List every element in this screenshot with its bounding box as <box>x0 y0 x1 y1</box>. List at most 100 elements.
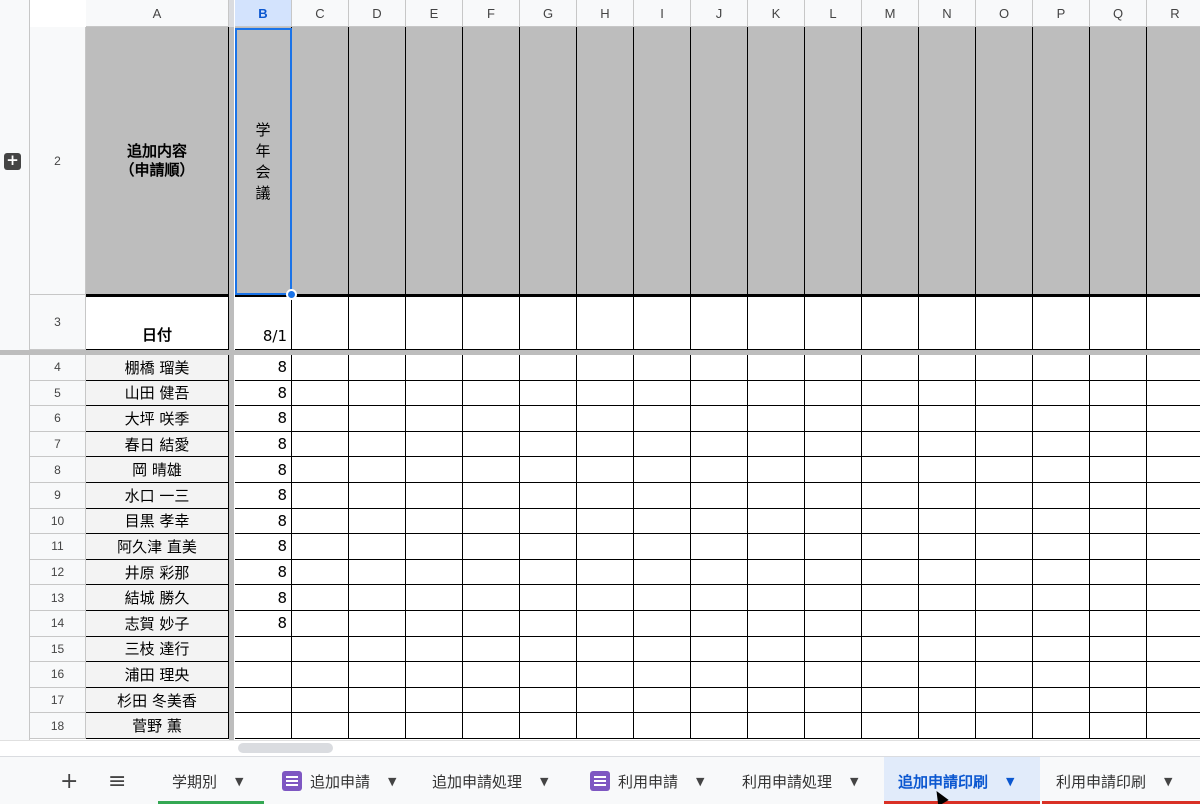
header-cell-m2[interactable] <box>862 27 919 295</box>
table-cell[interactable] <box>349 662 406 688</box>
header-cell-o2[interactable] <box>976 27 1033 295</box>
table-cell[interactable] <box>976 380 1033 407</box>
row-header[interactable]: 18 <box>30 713 86 739</box>
student-name-cell[interactable]: 井原 彩那 <box>86 559 229 586</box>
table-cell[interactable] <box>1033 355 1090 381</box>
table-cell[interactable] <box>919 457 976 483</box>
table-cell[interactable] <box>862 636 919 663</box>
header-cell-p3[interactable] <box>1033 295 1090 350</box>
column-header-m[interactable]: M <box>862 0 919 27</box>
table-cell[interactable] <box>577 457 634 483</box>
table-cell[interactable] <box>349 431 406 458</box>
frozen-row-divider[interactable] <box>0 350 1200 355</box>
table-cell[interactable] <box>976 355 1033 381</box>
student-name-cell[interactable]: 春日 結愛 <box>86 431 229 458</box>
table-cell[interactable] <box>1033 483 1090 509</box>
table-cell[interactable] <box>406 636 463 663</box>
table-cell[interactable] <box>1033 534 1090 560</box>
table-cell[interactable] <box>976 534 1033 560</box>
table-cell[interactable] <box>862 534 919 560</box>
row-header[interactable]: 10 <box>30 508 86 535</box>
table-cell[interactable] <box>634 662 691 688</box>
table-cell[interactable] <box>1090 559 1147 586</box>
table-cell[interactable] <box>919 431 976 458</box>
table-cell[interactable] <box>1147 406 1200 432</box>
table-cell[interactable] <box>520 662 577 688</box>
table-cell[interactable] <box>463 662 520 688</box>
table-cell[interactable] <box>919 636 976 663</box>
table-cell[interactable] <box>1090 355 1147 381</box>
table-cell[interactable] <box>862 713 919 739</box>
row-header[interactable]: 17 <box>30 687 86 714</box>
grade-cell[interactable] <box>235 636 292 663</box>
table-cell[interactable] <box>1147 560 1200 586</box>
table-cell[interactable] <box>919 534 976 560</box>
table-cell[interactable] <box>634 687 691 714</box>
table-cell[interactable] <box>349 687 406 714</box>
sheet-tab[interactable]: 学期別 ▼ <box>158 757 264 804</box>
table-cell[interactable] <box>691 508 748 535</box>
table-cell[interactable] <box>862 355 919 381</box>
table-cell[interactable] <box>748 380 805 407</box>
table-cell[interactable] <box>406 611 463 637</box>
table-cell[interactable] <box>406 687 463 714</box>
table-cell[interactable] <box>1147 688 1200 714</box>
sheet-tab[interactable]: 利用申請 ▼ <box>576 757 714 804</box>
table-cell[interactable] <box>1033 687 1090 714</box>
table-cell[interactable] <box>1033 380 1090 407</box>
table-cell[interactable] <box>577 636 634 663</box>
column-header-o[interactable]: O <box>976 0 1033 27</box>
table-cell[interactable] <box>691 457 748 483</box>
table-cell[interactable] <box>406 559 463 586</box>
table-cell[interactable] <box>748 636 805 663</box>
table-cell[interactable] <box>976 585 1033 611</box>
table-cell[interactable] <box>634 636 691 663</box>
table-cell[interactable] <box>292 713 349 739</box>
table-cell[interactable] <box>349 406 406 432</box>
table-cell[interactable] <box>805 611 862 637</box>
header-cell-a2[interactable]: 追加内容 （申請順） <box>86 27 229 295</box>
table-cell[interactable] <box>463 508 520 535</box>
table-cell[interactable] <box>976 687 1033 714</box>
table-cell[interactable] <box>919 662 976 688</box>
chevron-down-icon[interactable]: ▼ <box>1164 775 1172 788</box>
table-cell[interactable] <box>577 662 634 688</box>
table-cell[interactable] <box>292 662 349 688</box>
table-cell[interactable] <box>1033 662 1090 688</box>
table-cell[interactable] <box>748 406 805 432</box>
table-cell[interactable] <box>805 406 862 432</box>
table-cell[interactable] <box>748 355 805 381</box>
table-cell[interactable] <box>919 483 976 509</box>
table-cell[interactable] <box>349 636 406 663</box>
expand-row-group-button[interactable]: + <box>4 153 21 170</box>
table-cell[interactable] <box>862 559 919 586</box>
table-cell[interactable] <box>862 457 919 483</box>
table-cell[interactable] <box>862 508 919 535</box>
table-cell[interactable] <box>691 611 748 637</box>
table-cell[interactable] <box>634 380 691 407</box>
table-cell[interactable] <box>463 457 520 483</box>
table-cell[interactable] <box>805 662 862 688</box>
header-cell-b2[interactable]: 学年会議 <box>235 27 292 295</box>
table-cell[interactable] <box>691 662 748 688</box>
table-cell[interactable] <box>520 534 577 560</box>
table-cell[interactable] <box>292 585 349 611</box>
table-cell[interactable] <box>406 483 463 509</box>
table-cell[interactable] <box>349 355 406 381</box>
table-cell[interactable] <box>634 559 691 586</box>
table-cell[interactable] <box>748 585 805 611</box>
frozen-column-divider-top[interactable] <box>229 0 234 27</box>
column-header-b[interactable]: B <box>235 0 292 27</box>
table-cell[interactable] <box>805 431 862 458</box>
horizontal-scrollbar-thumb[interactable] <box>238 743 333 753</box>
row-header[interactable]: 5 <box>30 380 86 407</box>
table-cell[interactable] <box>1090 431 1147 458</box>
header-cell-l3[interactable] <box>805 295 862 350</box>
table-cell[interactable] <box>919 380 976 407</box>
header-cell-n3[interactable] <box>919 295 976 350</box>
table-cell[interactable] <box>1147 637 1200 663</box>
header-cell-j2[interactable] <box>691 27 748 295</box>
table-cell[interactable] <box>292 355 349 381</box>
table-cell[interactable] <box>691 355 748 381</box>
sheet-tab[interactable]: 利用申請処理 ▼ <box>728 757 880 804</box>
